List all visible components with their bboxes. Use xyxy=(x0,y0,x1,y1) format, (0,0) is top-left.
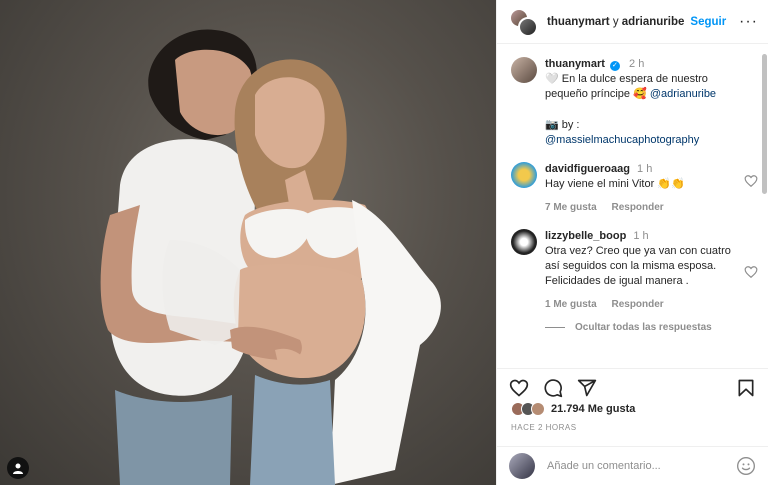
comment-item: davidfigueroaag 1 h Hay viene el mini Vi… xyxy=(511,162,758,215)
comment-time: 1 h xyxy=(637,163,653,175)
avatar xyxy=(518,16,538,37)
header-username-2[interactable]: adrianuribe xyxy=(622,16,685,28)
post-actions xyxy=(497,368,768,406)
hide-replies-label: Ocultar todas las respuestas xyxy=(575,322,712,333)
comment-text: Hay viene el mini Vitor 👏👏 xyxy=(545,178,685,190)
post-photo[interactable] xyxy=(0,0,496,485)
comment-username[interactable]: davidfigueroaag xyxy=(545,163,630,175)
replies-divider xyxy=(545,327,565,328)
comment-meta: 1 Me gusta Responder xyxy=(545,297,736,312)
header-username-1[interactable]: thuanymart xyxy=(547,16,610,28)
post-timestamp: HACE 2 HORAS xyxy=(511,423,577,432)
credit-mention[interactable]: @massielmachucaphotography xyxy=(545,134,699,146)
caption-username[interactable]: thuanymart xyxy=(545,58,605,70)
emoji-icon[interactable] xyxy=(736,456,756,476)
comment-username[interactable]: lizzybelle_boop xyxy=(545,230,626,242)
scrollbar-thumb[interactable] xyxy=(762,54,767,194)
tag-user-button[interactable] xyxy=(7,457,29,479)
caption-body: thuanymart ✓ 2 h 🤍 En la dulce espera de… xyxy=(545,57,758,148)
tag-user-icon xyxy=(13,463,23,474)
comment-item: lizzybelle_boop 1 h Otra vez? Creo que y… xyxy=(511,229,758,312)
caption: thuanymart ✓ 2 h 🤍 En la dulce espera de… xyxy=(511,57,758,148)
photo-illustration xyxy=(100,29,441,485)
follow-button[interactable]: Seguir xyxy=(690,16,726,28)
avatar[interactable] xyxy=(511,162,537,188)
reply-button[interactable]: Responder xyxy=(611,202,663,213)
likes-count[interactable]: 21.794 Me gusta xyxy=(551,403,635,415)
comment-meta: 7 Me gusta Responder xyxy=(545,200,736,215)
more-options-button[interactable]: ··· xyxy=(739,13,758,31)
share-icon xyxy=(577,379,597,396)
bookmark-icon xyxy=(738,379,754,396)
collab-usernames: thuanymart y adrianuribe xyxy=(547,16,684,28)
caption-time: 2 h xyxy=(629,58,645,70)
avatar[interactable] xyxy=(511,57,537,83)
avatar xyxy=(531,402,545,416)
comment-icon xyxy=(544,378,563,397)
add-comment-bar xyxy=(497,446,768,485)
post-details-panel: thuanymart y adrianuribe Seguir ··· thua… xyxy=(496,0,768,485)
heart-icon[interactable] xyxy=(744,265,758,279)
comment-likes[interactable]: 7 Me gusta xyxy=(545,202,597,213)
comment-body: lizzybelle_boop 1 h Otra vez? Creo que y… xyxy=(545,229,758,312)
hide-replies-button[interactable]: Ocultar todas las respuestas xyxy=(545,322,758,333)
heart-icon xyxy=(509,379,529,397)
likes-summary[interactable]: 21.794 Me gusta xyxy=(511,402,635,416)
comments-scrollbar[interactable] xyxy=(762,50,767,350)
share-button[interactable] xyxy=(577,378,597,398)
comment-likes[interactable]: 1 Me gusta xyxy=(545,299,597,310)
reply-button[interactable]: Responder xyxy=(611,299,663,310)
collab-avatars[interactable] xyxy=(509,7,538,37)
heart-icon[interactable] xyxy=(744,174,758,188)
comment-button[interactable] xyxy=(543,378,563,398)
avatar[interactable] xyxy=(511,229,537,255)
comments-list[interactable]: thuanymart ✓ 2 h 🤍 En la dulce espera de… xyxy=(497,45,758,365)
post-header: thuanymart y adrianuribe Seguir ··· xyxy=(497,0,768,44)
avatar xyxy=(509,453,535,479)
post-viewer: thuanymart y adrianuribe Seguir ··· thua… xyxy=(0,0,768,485)
comment-text: Otra vez? Creo que ya van con cuatro así… xyxy=(545,245,731,287)
save-button[interactable] xyxy=(736,378,756,398)
comment-time: 1 h xyxy=(633,230,649,242)
comment-body: davidfigueroaag 1 h Hay viene el mini Vi… xyxy=(545,162,758,215)
caption-mention[interactable]: @adrianuribe xyxy=(650,88,716,100)
credit-prefix: 📷 by : xyxy=(545,119,580,131)
header-joiner: y xyxy=(609,15,622,28)
add-comment-input[interactable] xyxy=(547,460,736,472)
verified-icon: ✓ xyxy=(609,61,620,71)
like-button[interactable] xyxy=(509,378,529,398)
